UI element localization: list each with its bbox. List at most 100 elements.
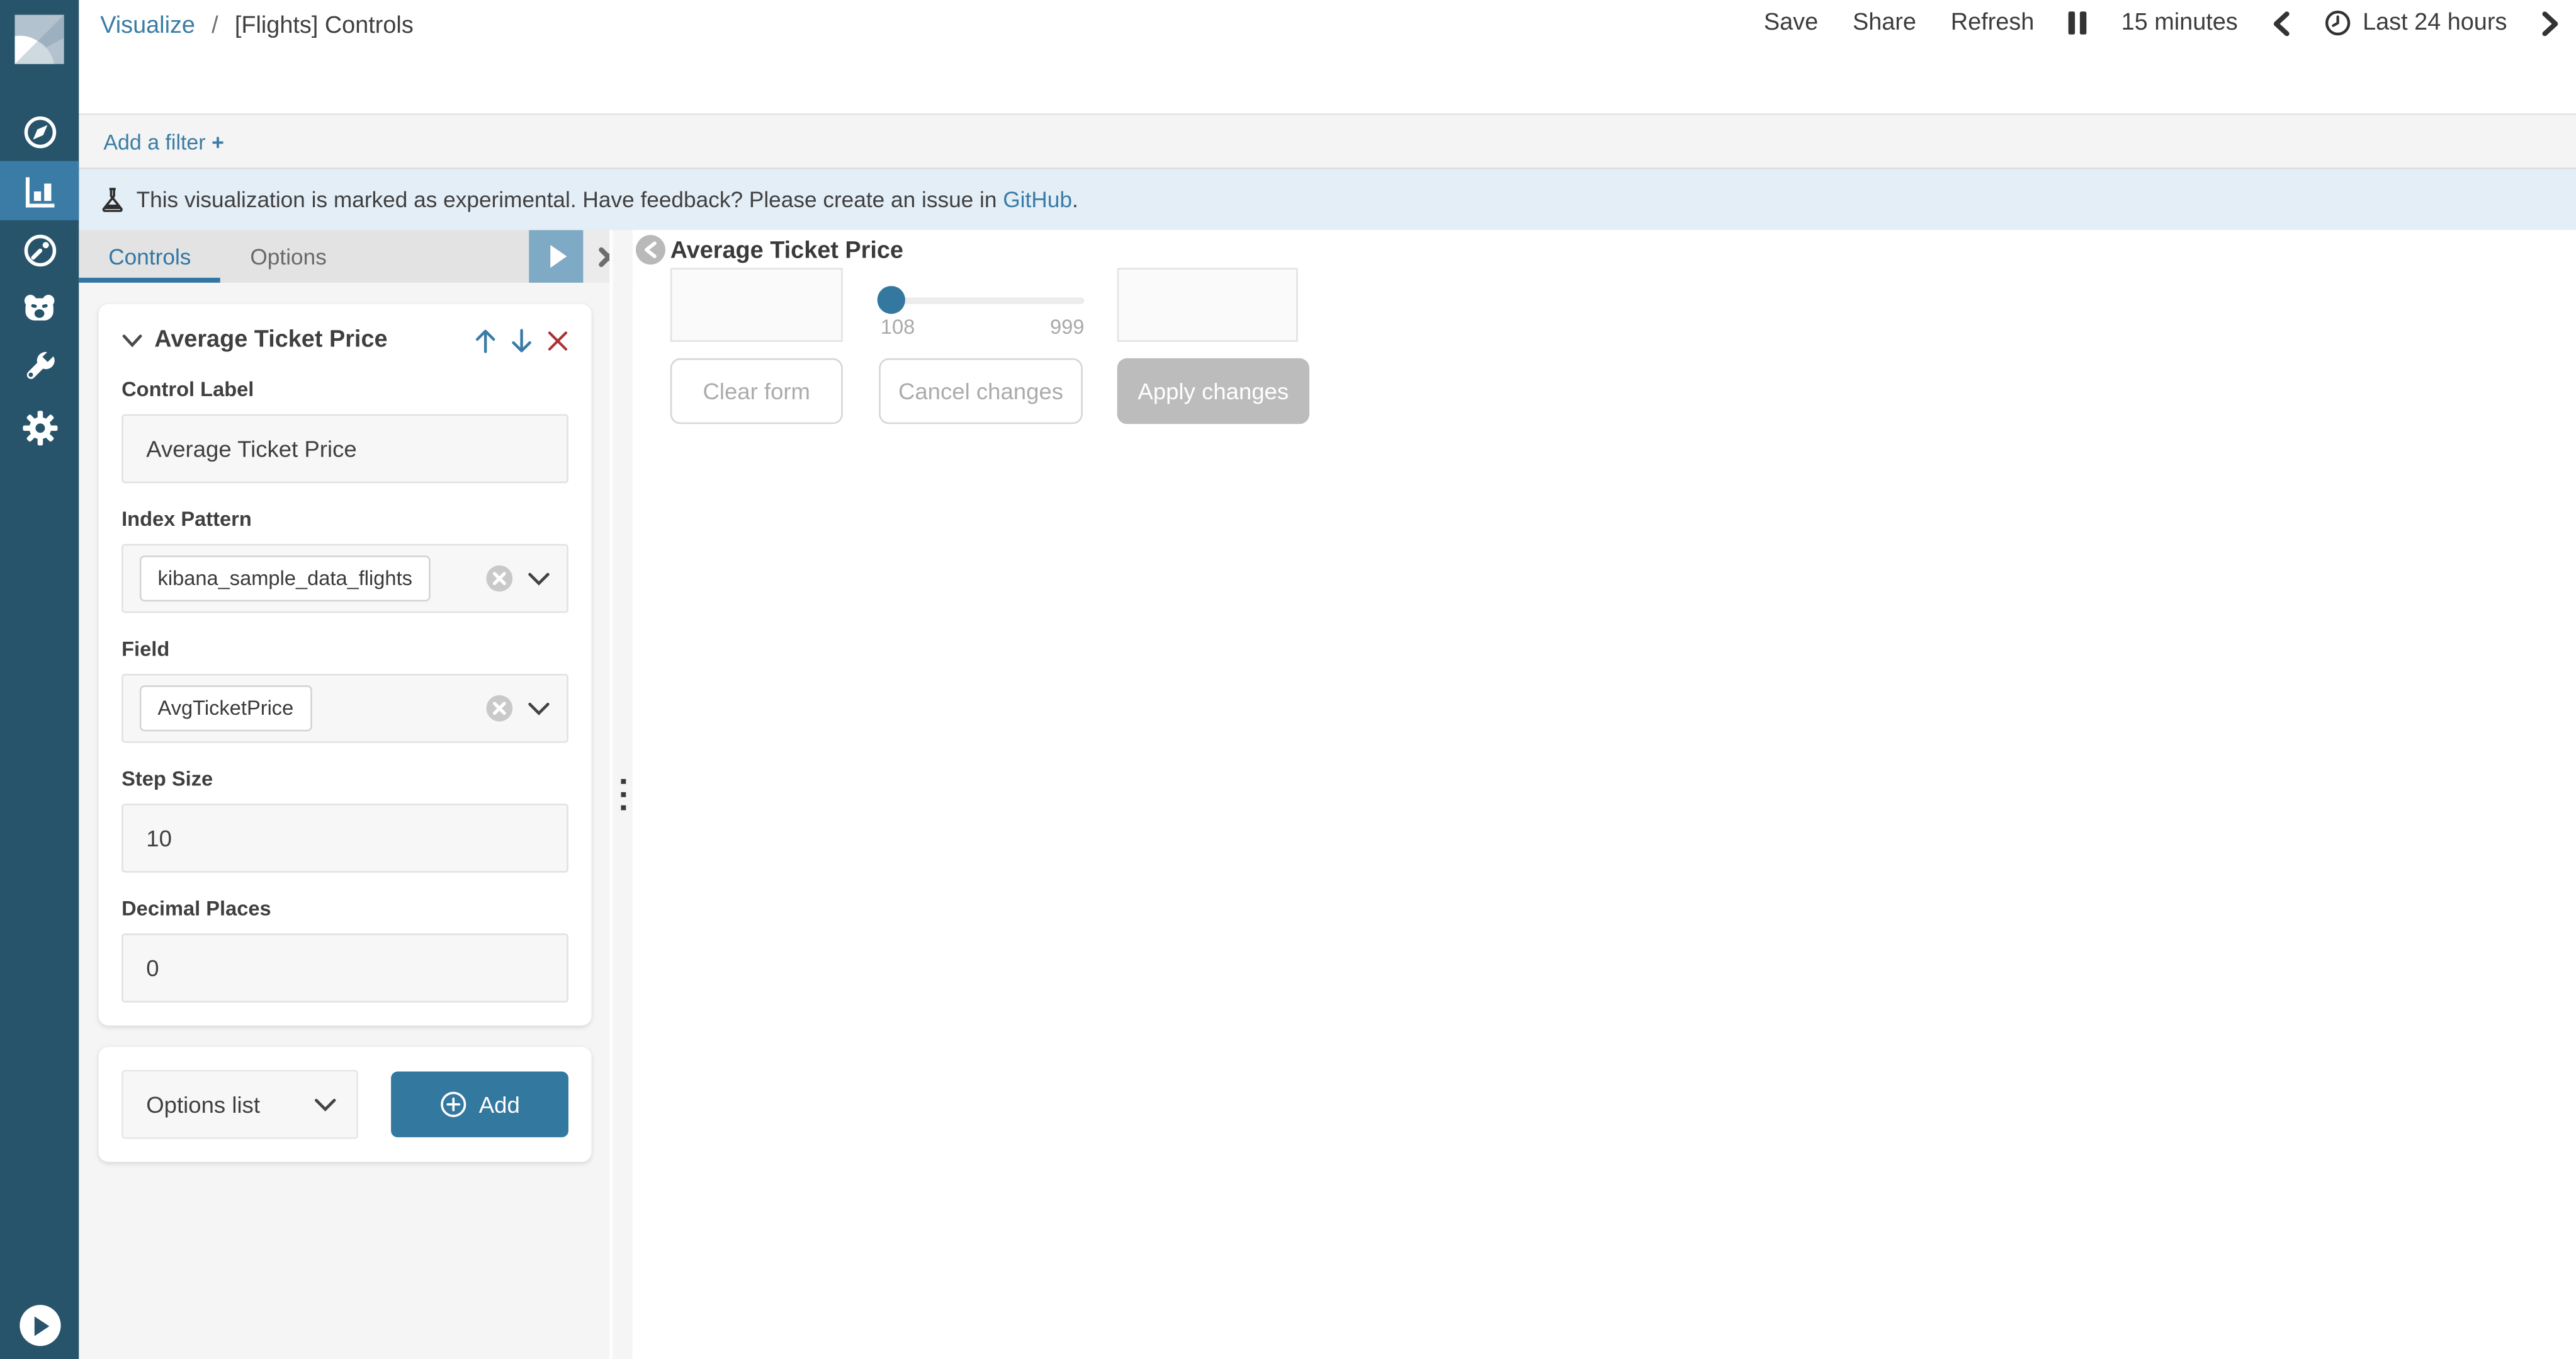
slider-labels: 108 999 — [881, 316, 1085, 339]
control-label-input[interactable] — [121, 414, 568, 484]
sidebar-expand-button[interactable] — [19, 1305, 60, 1346]
index-pattern-label: Index Pattern — [121, 508, 568, 531]
breadcrumb-separator: / — [212, 13, 218, 40]
select-chevron-down-icon — [314, 1097, 337, 1112]
control-label-label: Control Label — [121, 378, 568, 401]
clear-form-button[interactable]: Clear form — [670, 358, 843, 424]
plus-icon: + — [212, 129, 224, 154]
add-filter-link[interactable]: Add a filter + — [103, 129, 223, 154]
index-pattern-group: Index Pattern kibana_sample_data_flights — [121, 508, 568, 613]
banner-text-before: This visualization is marked as experime… — [137, 188, 1003, 212]
global-sidebar — [0, 0, 79, 1359]
filter-bar: Add a filter + — [79, 113, 2576, 169]
control-editor-card: Average Ticket Price Contr — [99, 304, 592, 1026]
breadcrumb-page-title: [Flights] Controls — [235, 13, 414, 40]
content-area: Controls Options Average Ticket — [79, 230, 2576, 1359]
decimal-places-input[interactable] — [121, 933, 568, 1003]
sidebar-item-timelion[interactable] — [0, 280, 79, 339]
compass-icon — [21, 113, 59, 151]
step-size-group: Step Size — [121, 768, 568, 873]
step-size-input[interactable] — [121, 804, 568, 873]
sidebar-item-discover[interactable] — [0, 102, 79, 161]
clock-icon — [2325, 10, 2351, 37]
sidebar-item-dev-tools[interactable] — [0, 339, 79, 398]
index-pattern-combobox[interactable]: kibana_sample_data_flights — [121, 544, 568, 613]
banner-text-after: . — [1072, 188, 1078, 212]
field-dropdown-icon[interactable] — [528, 701, 551, 715]
range-control-title: Average Ticket Price — [670, 238, 903, 264]
index-pattern-value: kibana_sample_data_flights — [140, 555, 431, 601]
play-icon — [550, 245, 566, 268]
refresh-interval-button[interactable]: 15 minutes — [2121, 10, 2238, 37]
time-range-picker[interactable]: Last 24 hours — [2325, 10, 2507, 37]
slider-track[interactable] — [881, 297, 1085, 304]
move-up-icon[interactable] — [475, 328, 496, 353]
editor-tab-bar: Controls Options — [79, 230, 632, 283]
control-label-group: Control Label — [121, 378, 568, 483]
timelion-icon — [20, 289, 59, 329]
breadcrumb: Visualize / [Flights] Controls — [100, 13, 414, 40]
control-type-select[interactable]: Options list — [121, 1070, 358, 1139]
slider-min-label: 108 — [881, 316, 915, 339]
remove-control-icon[interactable] — [547, 329, 568, 351]
apply-changes-button[interactable]: Apply changes — [1117, 358, 1309, 424]
chevron-down-icon[interactable] — [121, 333, 143, 347]
control-actions — [475, 328, 568, 353]
breadcrumb-visualize-link[interactable]: Visualize — [100, 13, 195, 40]
cancel-changes-button[interactable]: Cancel changes — [879, 358, 1083, 424]
step-size-label: Step Size — [121, 768, 568, 791]
field-group: Field AvgTicketPrice — [121, 638, 568, 743]
play-icon — [30, 1316, 48, 1335]
kibana-app: Visualize / [Flights] Controls Save Shar… — [0, 0, 2576, 1359]
field-value: AvgTicketPrice — [140, 685, 312, 731]
save-button[interactable]: Save — [1764, 10, 1818, 37]
apply-editor-changes-button[interactable] — [529, 230, 583, 283]
plus-circle-icon — [439, 1091, 466, 1118]
slider-handle-min[interactable] — [878, 286, 905, 314]
control-type-selected: Options list — [146, 1091, 260, 1118]
index-pattern-clear-button[interactable] — [486, 566, 512, 592]
range-max-input[interactable] — [1117, 268, 1298, 341]
refresh-button[interactable]: Refresh — [1951, 10, 2035, 37]
banner-text: This visualization is marked as experime… — [137, 188, 1078, 212]
sidebar-item-visualize[interactable] — [0, 161, 79, 220]
pause-autorefresh-button[interactable] — [2069, 11, 2087, 35]
field-clear-button[interactable] — [486, 695, 512, 722]
toolbar: Save Share Refresh 15 minutes Last 24 ho… — [1764, 10, 2560, 37]
decimal-places-label: Decimal Places — [121, 897, 568, 921]
field-combobox[interactable]: AvgTicketPrice — [121, 674, 568, 743]
bar-chart-icon — [21, 172, 59, 210]
wrench-icon — [21, 350, 59, 387]
sidebar-item-dashboard[interactable] — [0, 220, 79, 280]
time-range-label: Last 24 hours — [2363, 10, 2507, 37]
github-link[interactable]: GitHub — [1003, 188, 1072, 212]
collapse-editor-button[interactable] — [636, 235, 665, 264]
control-title: Average Ticket Price — [154, 327, 387, 353]
vis-editor-panel: Controls Options Average Ticket — [79, 230, 632, 1359]
chevron-right-icon[interactable] — [2541, 11, 2560, 35]
add-button-label: Add — [479, 1091, 520, 1118]
visualization-preview: Average Ticket Price 108 999 Clear form … — [633, 230, 2576, 1359]
move-down-icon[interactable] — [511, 328, 533, 353]
sidebar-item-management[interactable] — [0, 398, 79, 457]
tab-controls[interactable]: Controls — [79, 230, 220, 283]
range-min-input[interactable] — [670, 268, 843, 341]
add-control-card: Options list Add — [99, 1047, 592, 1162]
clear-x-icon — [493, 572, 506, 585]
kibana-logo[interactable] — [0, 0, 79, 79]
clear-x-icon — [493, 702, 506, 715]
control-header: Average Ticket Price — [121, 327, 568, 353]
chevron-left-icon — [644, 242, 657, 258]
chevron-left-icon[interactable] — [2273, 11, 2291, 35]
top-header: Visualize / [Flights] Controls Save Shar… — [79, 0, 2576, 113]
tab-options[interactable]: Options — [220, 230, 356, 283]
share-button[interactable]: Share — [1853, 10, 1916, 37]
add-control-button[interactable]: Add — [391, 1072, 568, 1137]
add-filter-label: Add a filter — [103, 129, 205, 154]
decimal-places-group: Decimal Places — [121, 897, 568, 1003]
kibana-logo-icon — [14, 14, 64, 64]
experimental-banner: This visualization is marked as experime… — [79, 169, 2576, 230]
slider-max-label: 999 — [1050, 316, 1084, 339]
panel-resize-handle[interactable] — [609, 230, 633, 1359]
index-pattern-dropdown-icon[interactable] — [528, 571, 551, 586]
